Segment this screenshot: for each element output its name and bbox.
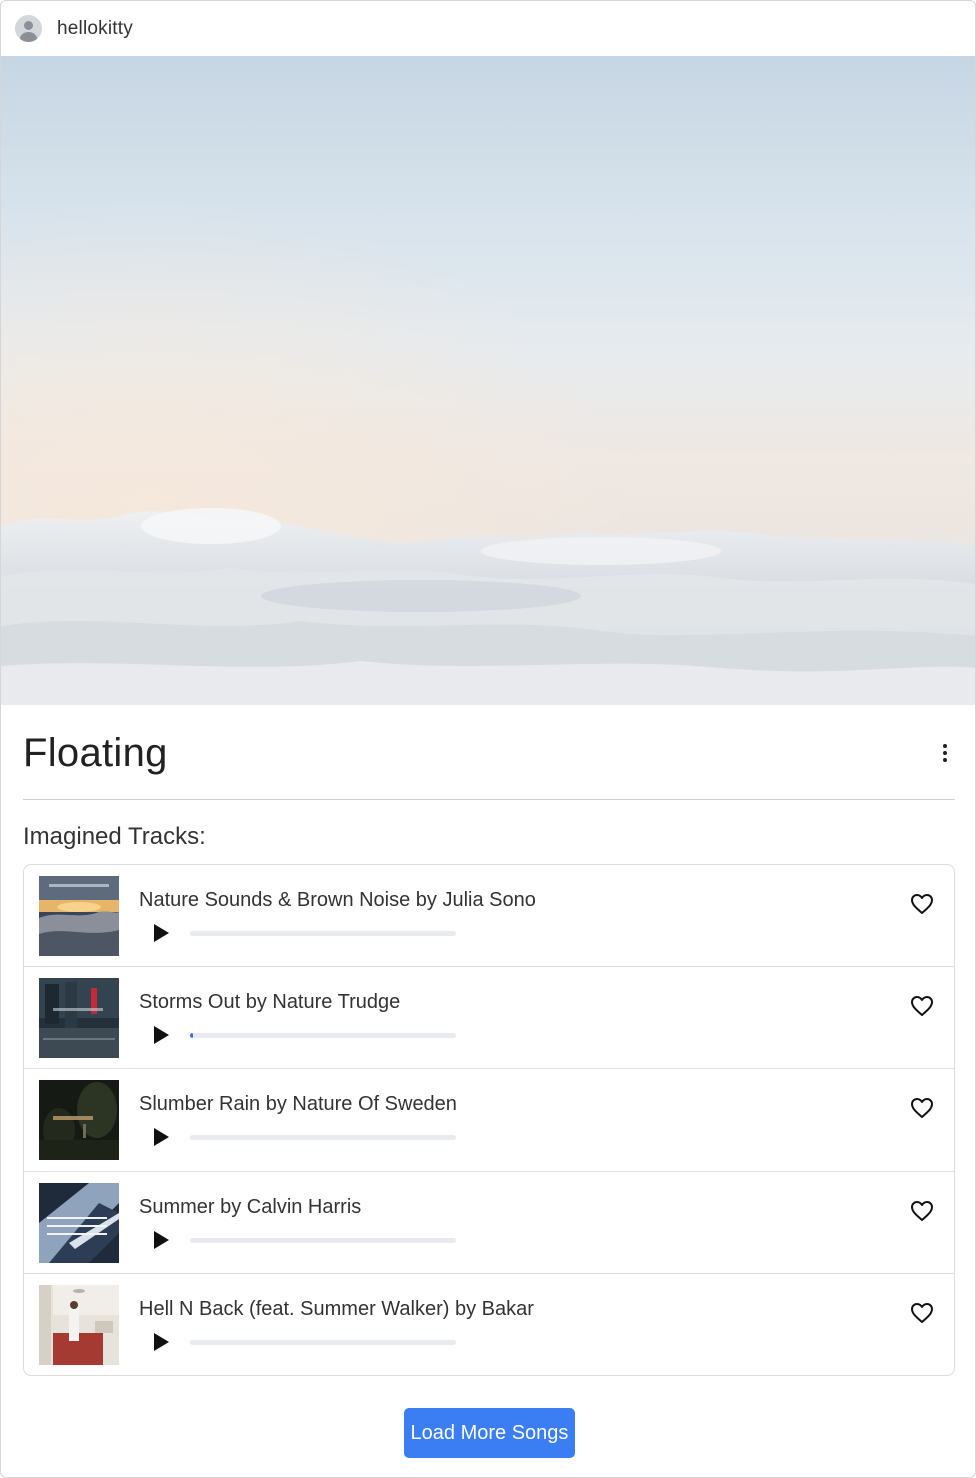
- heart-outline-icon[interactable]: [910, 995, 934, 1017]
- album-cover-image: [39, 1080, 119, 1161]
- header-divider: [23, 799, 955, 800]
- load-more-button[interactable]: Load More Songs: [404, 1408, 575, 1458]
- track-title: Hell N Back (feat. Summer Walker) by Bak…: [139, 1297, 534, 1320]
- track-title: Summer by Calvin Harris: [139, 1195, 362, 1218]
- progress-fill: [190, 1033, 193, 1039]
- section-title: Imagined Tracks:: [23, 823, 206, 850]
- track-title: Storms Out by Nature Trudge: [139, 991, 401, 1014]
- track-list: Nature Sounds & Brown Noise by Julia Son…: [23, 864, 955, 1376]
- heart-outline-icon[interactable]: [910, 893, 934, 915]
- track-progress-bar[interactable]: [190, 931, 456, 936]
- heart-outline-icon[interactable]: [910, 1302, 934, 1324]
- play-icon[interactable]: [151, 1230, 171, 1250]
- album-cover-image: [39, 1284, 119, 1365]
- playlist-header: Floating: [23, 723, 955, 783]
- track-progress-bar[interactable]: [190, 1135, 456, 1141]
- list-item: Hell N Back (feat. Summer Walker) by Bak…: [24, 1274, 954, 1375]
- username[interactable]: hellokitty: [57, 18, 133, 40]
- heart-outline-icon[interactable]: [910, 1200, 934, 1222]
- album-cover-image: [39, 978, 119, 1059]
- user-avatar-icon[interactable]: [15, 15, 42, 42]
- playlist-title: Floating: [23, 730, 168, 775]
- track-progress-bar[interactable]: [190, 1033, 456, 1039]
- list-item: Slumber Rain by Nature Of Sweden: [24, 1069, 954, 1172]
- heart-outline-icon[interactable]: [910, 1097, 934, 1119]
- list-item: Storms Out by Nature Trudge: [24, 967, 954, 1070]
- track-title: Nature Sounds & Brown Noise by Julia Son…: [139, 889, 536, 911]
- play-icon[interactable]: [151, 1025, 171, 1045]
- play-icon[interactable]: [151, 1127, 171, 1147]
- track-title: Slumber Rain by Nature Of Sweden: [139, 1093, 457, 1116]
- kebab-dot: [943, 751, 947, 755]
- playlist-cover-image: [1, 56, 975, 705]
- list-item: Nature Sounds & Brown Noise by Julia Son…: [24, 865, 954, 968]
- kebab-dot: [943, 744, 947, 748]
- more-vertical-icon[interactable]: [935, 738, 955, 768]
- play-icon[interactable]: [151, 1332, 171, 1352]
- top-bar: hellokitty: [1, 1, 975, 56]
- track-progress-bar[interactable]: [190, 1237, 456, 1243]
- list-item: Summer by Calvin Harris: [24, 1172, 954, 1274]
- album-cover-image: [39, 1182, 119, 1263]
- play-icon[interactable]: [151, 923, 171, 943]
- app-window: hellokitty Floating Imagined Tracks: Nat…: [0, 0, 976, 1478]
- track-progress-bar[interactable]: [190, 1339, 456, 1345]
- kebab-dot: [943, 758, 947, 762]
- album-cover-image: [39, 876, 119, 956]
